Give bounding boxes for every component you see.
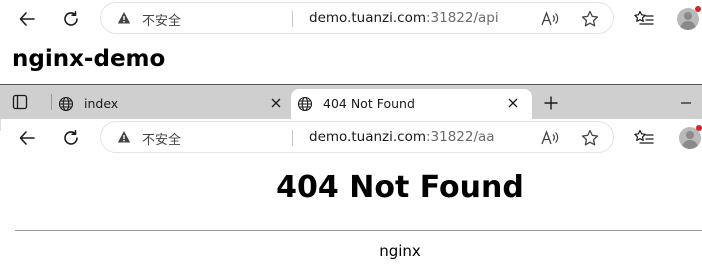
favorites-list-icon (634, 10, 654, 25)
url-path: :31822/aa (425, 129, 495, 145)
close-icon (508, 98, 518, 108)
security-status-label[interactable]: 不安全 (142, 129, 181, 148)
address-bar[interactable]: 不安全 demo.tuanzi.com:31822/api (100, 2, 614, 34)
tab-strip: index 404 Not Found (0, 85, 702, 119)
globe-icon (58, 96, 74, 112)
favorites-button[interactable] (628, 122, 660, 154)
warning-icon[interactable] (117, 130, 131, 144)
close-tab-button[interactable] (505, 95, 521, 111)
address-separator (292, 130, 293, 146)
outer-toolbar: 不安全 demo.tuanzi.com:31822/api (0, 0, 702, 38)
tab-title: 404 Not Found (323, 96, 415, 111)
refresh-button[interactable] (55, 122, 87, 154)
close-tab-button[interactable] (268, 95, 284, 111)
arrow-left-icon (19, 12, 35, 26)
favorites-button[interactable] (628, 3, 660, 35)
page-title: nginx-demo (12, 46, 166, 72)
read-aloud-icon[interactable] (541, 130, 559, 146)
refresh-button[interactable] (55, 3, 87, 35)
favorite-star-icon[interactable] (581, 10, 599, 28)
minimize-button[interactable] (676, 93, 696, 113)
inner-toolbar: 不安全 demo.tuanzi.com:31822/aa (0, 119, 702, 157)
refresh-icon (64, 130, 78, 145)
favorite-star-icon[interactable] (581, 129, 599, 147)
url-host: demo.tuanzi.com (309, 10, 426, 26)
horizontal-rule (15, 230, 702, 231)
security-status-label[interactable]: 不安全 (142, 10, 181, 29)
close-icon (271, 98, 281, 108)
read-aloud-icon[interactable] (541, 11, 559, 27)
server-name: nginx (379, 242, 421, 260)
tab-404-not-found[interactable]: 404 Not Found (291, 89, 532, 119)
url-host: demo.tuanzi.com (309, 129, 426, 145)
notification-dot (695, 6, 701, 12)
favorites-list-icon (634, 129, 654, 144)
arrow-left-icon (19, 131, 35, 145)
tab-index[interactable]: index (52, 89, 289, 119)
refresh-icon (64, 11, 78, 26)
plus-icon (544, 96, 558, 110)
warning-icon[interactable] (117, 11, 131, 25)
url-path: :31822/api (425, 10, 499, 26)
back-button[interactable] (11, 122, 43, 154)
new-tab-button[interactable] (541, 93, 561, 113)
sidebar-icon (12, 94, 28, 110)
error-title: 404 Not Found (276, 170, 524, 205)
url-text[interactable]: demo.tuanzi.com:31822/aa (309, 129, 495, 145)
address-bar[interactable]: 不安全 demo.tuanzi.com:31822/aa (100, 121, 614, 153)
notification-dot (696, 125, 702, 131)
minimize-icon (681, 102, 691, 104)
globe-icon (297, 96, 313, 112)
address-separator (292, 11, 293, 27)
url-text[interactable]: demo.tuanzi.com:31822/api (309, 10, 499, 26)
tab-title: index (84, 96, 119, 111)
back-button[interactable] (11, 3, 43, 35)
content-border (0, 119, 1, 131)
tab-actions-button[interactable] (10, 92, 30, 112)
